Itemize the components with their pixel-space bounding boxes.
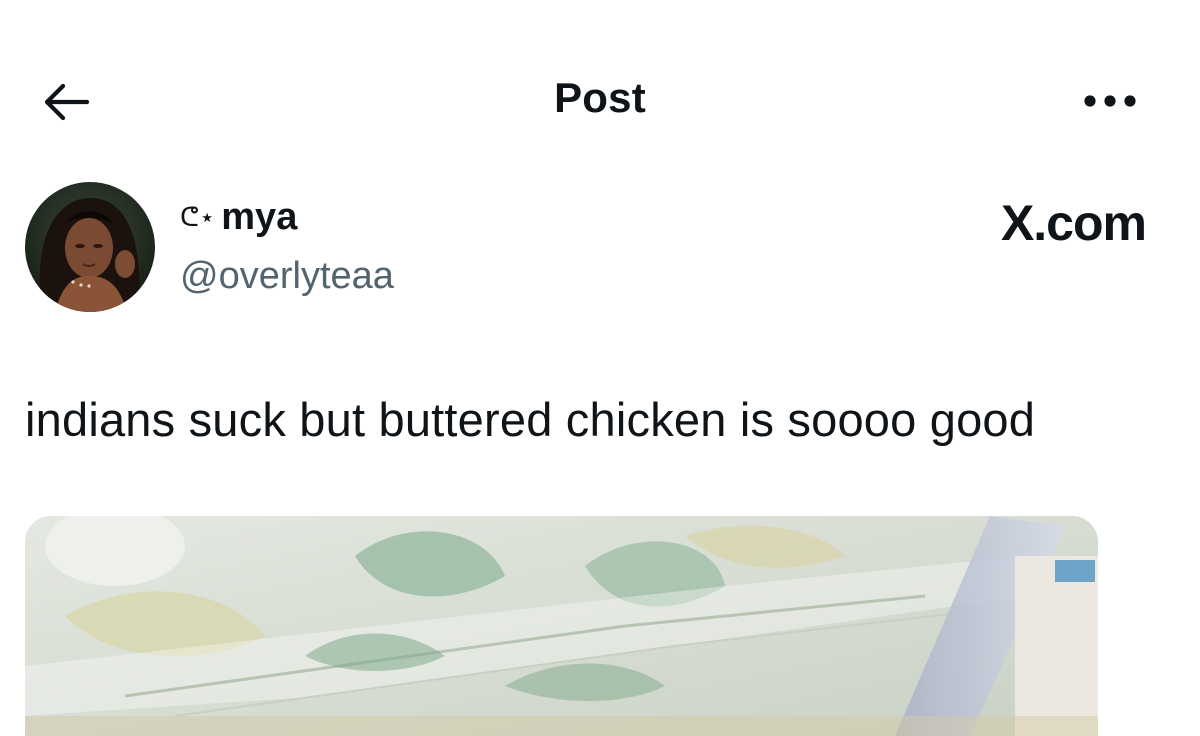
more-horizontal-icon: [1084, 95, 1136, 107]
x-watermark: X.com: [1000, 195, 1147, 251]
post-media-image[interactable]: [25, 516, 1098, 736]
name-decoration: ᕦ⋆: [180, 202, 216, 232]
more-options-button[interactable]: [1078, 76, 1142, 126]
media-photo: [25, 516, 1098, 736]
author-handle[interactable]: @overlyteaa: [180, 255, 394, 298]
page-title: Post: [554, 74, 646, 121]
avatar-photo: [25, 182, 155, 312]
avatar[interactable]: [25, 182, 155, 312]
author-name-text: mya: [221, 196, 298, 238]
top-bar: Post: [0, 0, 1200, 160]
post-text: indians suck but buttered chicken is soo…: [25, 393, 1036, 446]
author-display-name[interactable]: ᕦ⋆ mya: [180, 196, 297, 239]
